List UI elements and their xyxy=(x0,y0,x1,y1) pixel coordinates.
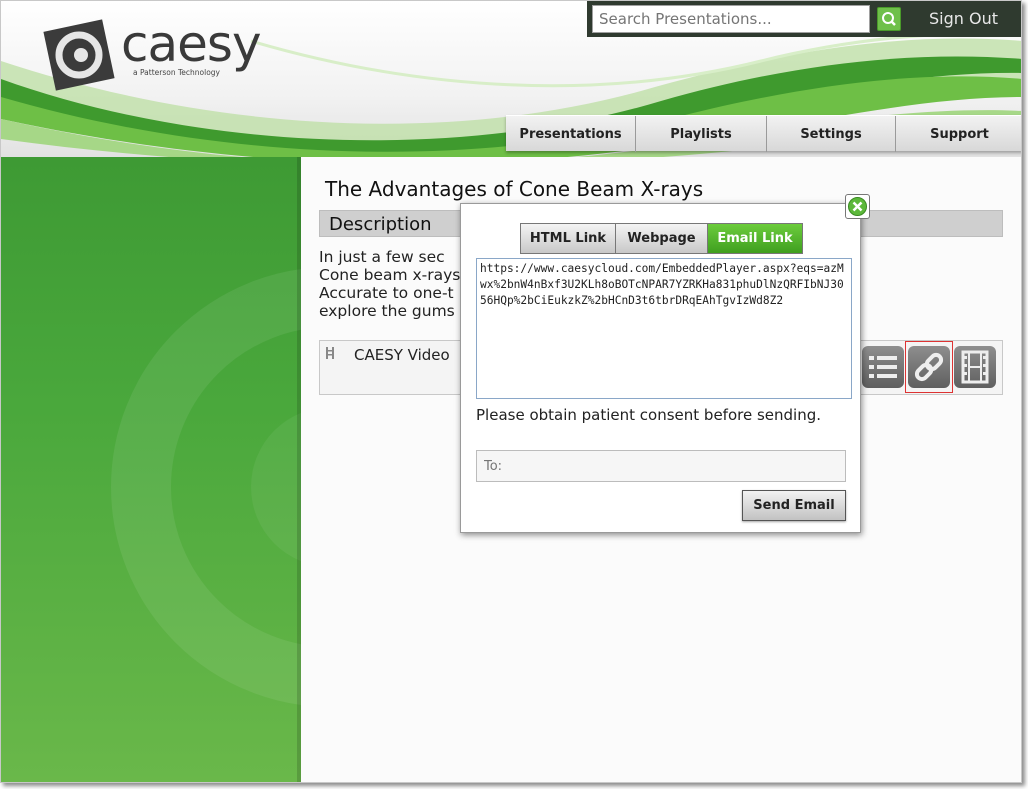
nav-presentations[interactable]: Presentations xyxy=(506,116,636,152)
sign-out-link[interactable]: Sign Out xyxy=(929,9,998,28)
page-title: The Advantages of Cone Beam X-rays xyxy=(325,177,704,201)
link-icon xyxy=(914,352,944,382)
video-name: CAESY Video xyxy=(354,346,450,364)
list-icon xyxy=(869,356,897,378)
description-heading: Description xyxy=(329,214,432,235)
search-button[interactable] xyxy=(877,7,901,31)
email-to-field[interactable] xyxy=(476,450,846,482)
drag-handle-icon[interactable] xyxy=(326,347,334,359)
search-icon xyxy=(882,12,896,26)
share-link-button[interactable] xyxy=(908,346,950,388)
tab-email-link[interactable]: Email Link xyxy=(707,223,803,254)
logo-tagline: a Patterson Technology xyxy=(133,68,220,77)
caesy-logo[interactable]: caesy a Patterson Technology xyxy=(41,11,262,91)
logo-wordmark: caesy xyxy=(121,15,262,73)
tab-html-link[interactable]: HTML Link xyxy=(520,223,615,254)
link-url-textarea[interactable]: https://www.caesycloud.com/EmbeddedPlaye… xyxy=(476,258,852,399)
play-video-button[interactable] xyxy=(954,346,996,388)
send-email-button[interactable]: Send Email xyxy=(742,490,846,521)
details-button[interactable] xyxy=(862,346,904,388)
tab-webpage[interactable]: Webpage xyxy=(615,223,707,254)
close-icon xyxy=(848,197,867,216)
header: caesy a Patterson Technology Sign Out Pr… xyxy=(1,1,1021,157)
main-nav: Presentations Playlists Settings Support xyxy=(506,115,1021,152)
nav-settings[interactable]: Settings xyxy=(767,116,896,152)
search-input[interactable] xyxy=(592,5,870,33)
dialog-close-button[interactable] xyxy=(845,194,870,219)
film-icon xyxy=(961,350,989,384)
dialog-tabs: HTML Link Webpage Email Link xyxy=(520,223,803,254)
left-sidebar xyxy=(1,157,301,782)
app-window: caesy a Patterson Technology Sign Out Pr… xyxy=(0,0,1022,783)
consent-notice: Please obtain patient consent before sen… xyxy=(476,406,822,424)
nav-support[interactable]: Support xyxy=(896,116,1021,152)
caesy-logo-mark-icon xyxy=(43,19,115,91)
sidebar-decoration xyxy=(111,269,301,705)
nav-playlists[interactable]: Playlists xyxy=(636,116,767,152)
